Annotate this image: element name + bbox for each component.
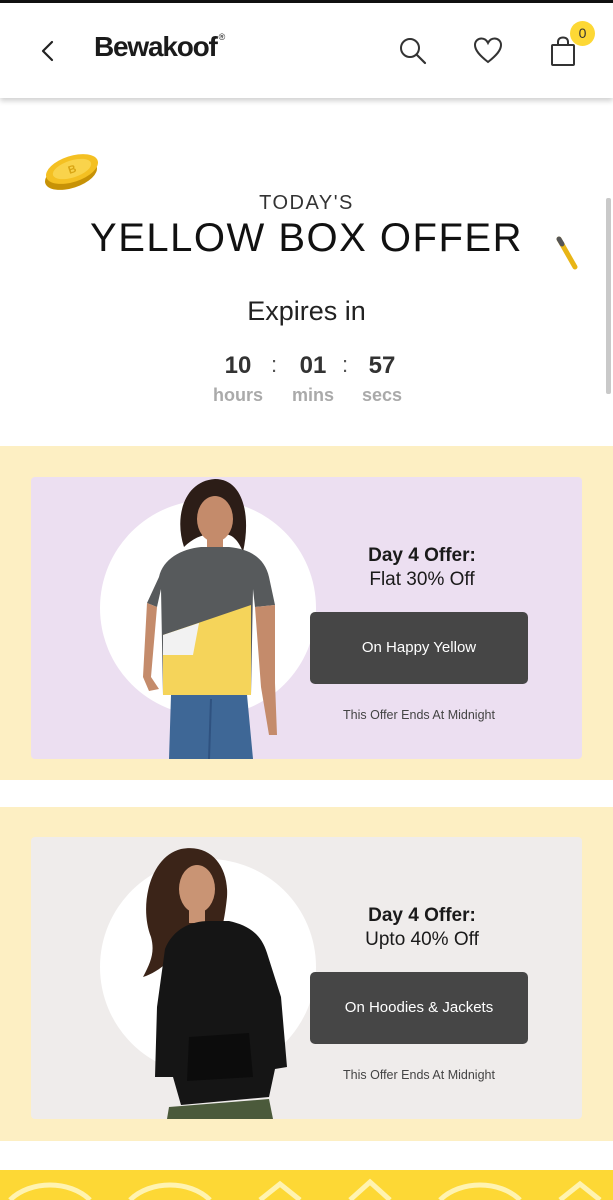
countdown-separator: : xyxy=(271,352,278,377)
countdown-secs: 57 xyxy=(368,352,396,379)
offer-card-hoodies-jackets[interactable]: Day 4 Offer: Upto 40% Off On Hoodies & J… xyxy=(31,837,582,1119)
back-arrow-icon[interactable] xyxy=(34,37,62,65)
expires-label: Expires in xyxy=(247,296,366,326)
page-title: YELLOW BOX OFFER xyxy=(90,216,523,260)
heart-icon[interactable] xyxy=(472,35,504,67)
today-label: TODAY'S xyxy=(259,192,354,214)
offer-title: Day 4 Offer: xyxy=(368,905,476,926)
countdown-hours-label: hours xyxy=(212,385,263,405)
offer-card-happy-yellow[interactable]: Day 4 Offer: Flat 30% Off On Happy Yello… xyxy=(31,477,582,759)
hoodies-jackets-button[interactable]: On Hoodies & Jackets xyxy=(310,972,528,1044)
brand-name: Bewakoof xyxy=(94,31,218,62)
offer-ends-note: This Offer Ends At Midnight xyxy=(343,1068,495,1082)
countdown-secs-label: secs xyxy=(361,385,403,405)
registered-mark: ® xyxy=(218,31,226,42)
offer-ends-note: This Offer Ends At Midnight xyxy=(343,708,495,722)
next-banner-peek xyxy=(0,1170,613,1200)
offer-discount: Flat 30% Off xyxy=(369,569,475,590)
countdown-separator: : xyxy=(342,352,349,377)
offer-discount: Upto 40% Off xyxy=(365,929,479,950)
countdown-mins: 01 xyxy=(299,352,327,379)
countdown-mins-label: mins xyxy=(291,385,334,405)
app-header: Bewakoof ® 0 xyxy=(0,3,613,98)
coin-icon: B xyxy=(45,154,98,190)
model-hoodie-image xyxy=(143,848,287,1119)
model-yellow-tee-image xyxy=(143,479,277,759)
countdown-hours: 10 xyxy=(224,352,252,379)
cart-count-badge: 0 xyxy=(570,21,595,46)
brand-logo[interactable]: Bewakoof ® xyxy=(94,31,225,63)
search-icon[interactable] xyxy=(397,35,429,67)
banner-pattern xyxy=(8,1178,602,1200)
happy-yellow-button[interactable]: On Happy Yellow xyxy=(310,612,528,684)
offer-title: Day 4 Offer: xyxy=(368,545,476,566)
